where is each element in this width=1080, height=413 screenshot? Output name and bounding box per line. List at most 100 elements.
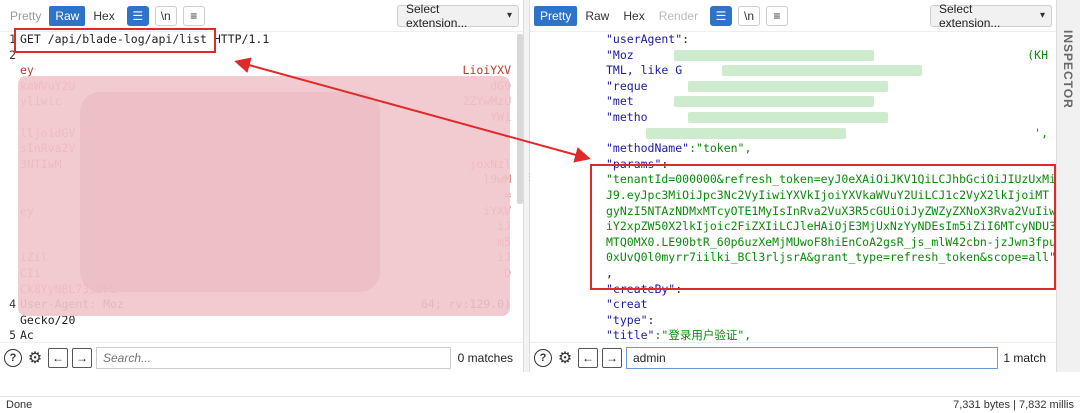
- json-line: "userAgent":: [530, 32, 1056, 48]
- json-line: "metho: [530, 110, 1056, 126]
- line-number: 4: [9, 297, 16, 312]
- json-key: "met: [606, 94, 634, 109]
- response-stats: 7,331 bytes | 7,832 millis: [953, 399, 1074, 411]
- line-number: [0, 235, 20, 251]
- line-number: [0, 141, 20, 157]
- json-line: ',: [530, 126, 1056, 142]
- previous-match-button[interactable]: ←: [48, 347, 68, 368]
- json-line: "Moz (KH: [530, 48, 1056, 64]
- wrap-icon[interactable]: ☰: [126, 5, 149, 26]
- select-extension-dropdown[interactable]: Select extension... ▾: [930, 1, 1052, 30]
- tab-pretty[interactable]: Pretty: [534, 5, 578, 26]
- json-line: "methodName":"token",: [530, 141, 1056, 157]
- line-number: [0, 188, 20, 204]
- tab-raw[interactable]: Raw: [49, 5, 86, 26]
- inspector-panel[interactable]: INSPECTOR: [1056, 0, 1080, 372]
- tab-render[interactable]: Render: [653, 6, 704, 26]
- chevron-down-icon: ▾: [1039, 10, 1045, 21]
- line-number: [0, 63, 20, 79]
- json-key: TML, like G: [606, 63, 683, 78]
- line-number: 5: [9, 328, 16, 342]
- hamburger-icon[interactable]: ≡: [766, 5, 789, 26]
- line-number: [0, 219, 20, 235]
- json-line: "creat: [530, 297, 1056, 313]
- line-number: [0, 110, 20, 126]
- line-number: [0, 282, 20, 298]
- line-number: [0, 126, 20, 142]
- select-extension-label: Select extension...: [406, 1, 468, 30]
- json-tail: [1048, 94, 1056, 110]
- json-key: "type": [606, 312, 648, 327]
- json-line: "reque: [530, 79, 1056, 95]
- line-number: [0, 250, 20, 266]
- status-text: Done: [6, 399, 33, 411]
- json-value: :: [682, 32, 690, 46]
- json-tail: ',: [1034, 125, 1048, 140]
- json-key: "methodName": [606, 141, 690, 156]
- newline-toggle[interactable]: \n: [738, 5, 761, 26]
- match-count: 1 match: [1003, 350, 1046, 365]
- next-match-button[interactable]: →: [72, 347, 92, 368]
- json-tail: (KH: [1027, 47, 1048, 62]
- help-icon[interactable]: ?: [4, 348, 22, 367]
- pane-divider[interactable]: ⋮: [523, 0, 535, 372]
- previous-match-button[interactable]: ←: [578, 347, 598, 368]
- tab-hex[interactable]: Hex: [617, 6, 650, 26]
- json-line: "title":"登录用户验证",: [530, 328, 1056, 342]
- line-number: [0, 204, 20, 220]
- wrap-icon[interactable]: ☰: [710, 5, 733, 26]
- json-tail: [1048, 79, 1056, 95]
- newline-toggle[interactable]: \n: [154, 5, 177, 26]
- json-line: "type":: [530, 313, 1056, 329]
- redacted-region: [269, 32, 511, 48]
- line-number: [0, 172, 20, 188]
- json-tail: [1048, 110, 1056, 126]
- request-editor[interactable]: 1 GET /api/blade-log/api/list HTTP/1.1 2 ey…: [0, 32, 523, 342]
- select-extension-label: Select extension...: [939, 1, 1001, 30]
- redacted-region: [648, 110, 1048, 126]
- help-icon[interactable]: ?: [534, 348, 552, 367]
- json-value: :: [647, 312, 655, 327]
- redacted-region: [682, 63, 1048, 79]
- inspector-label: INSPECTOR: [1061, 30, 1075, 109]
- gear-icon[interactable]: ⚙: [556, 349, 574, 367]
- json-key: "metho: [606, 109, 648, 124]
- code-text: Ac: [20, 328, 34, 342]
- redacted-region: [634, 94, 1048, 110]
- match-count: 0 matches: [457, 350, 513, 365]
- redaction-overlay-inner: [80, 92, 380, 292]
- next-match-button[interactable]: →: [602, 347, 622, 368]
- response-toolbar: Pretty Raw Hex Render ☰ \n ≡ Select exte…: [530, 0, 1056, 32]
- json-tail: [1048, 63, 1056, 79]
- gear-icon[interactable]: ⚙: [26, 349, 44, 367]
- json-key: "title": [606, 328, 655, 342]
- redacted-region: [634, 48, 1028, 64]
- tab-raw[interactable]: Raw: [579, 6, 615, 26]
- json-line: "met: [530, 94, 1056, 110]
- line-number: [0, 313, 20, 329]
- json-key: "Moz: [606, 47, 634, 62]
- redacted-region: [34, 328, 511, 342]
- annotation-box-params: [590, 164, 1056, 290]
- spacer-band: [0, 372, 1080, 396]
- search-input[interactable]: [626, 346, 998, 369]
- redacted-region: [648, 79, 1048, 95]
- request-search-bar: ? ⚙ ← → 0 matches: [0, 342, 523, 372]
- annotation-box-request-line: [14, 28, 216, 53]
- line-number: [0, 79, 20, 95]
- json-key: "creat: [606, 297, 648, 312]
- code-line: 5 Ac: [0, 328, 523, 342]
- line-number: [0, 157, 20, 173]
- tab-hex[interactable]: Hex: [87, 6, 120, 26]
- redacted-region: [606, 126, 1034, 142]
- line-number: [0, 266, 20, 282]
- select-extension-dropdown[interactable]: Select extension... ▾: [397, 1, 519, 30]
- json-line: TML, like G: [530, 63, 1056, 79]
- hamburger-icon[interactable]: ≡: [182, 5, 205, 26]
- response-search-bar: ? ⚙ ← → 1 match: [530, 342, 1056, 372]
- search-input[interactable]: [96, 346, 451, 369]
- json-value: :"登录用户验证",: [654, 328, 752, 342]
- tab-pretty[interactable]: Pretty: [4, 6, 47, 26]
- json-key: "reque: [606, 78, 648, 93]
- line-number: [0, 94, 20, 110]
